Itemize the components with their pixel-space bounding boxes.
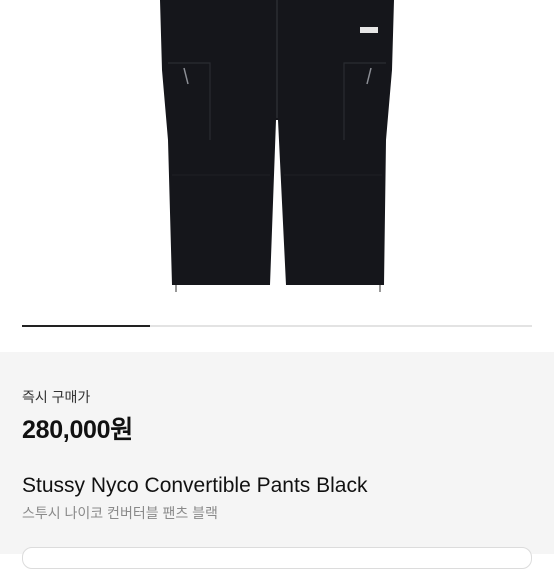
product-name-english: Stussy Nyco Convertible Pants Black bbox=[22, 474, 368, 497]
product-image[interactable] bbox=[0, 0, 554, 352]
product-name-korean: 스투시 나이코 컨버터블 팬츠 블랙 bbox=[22, 505, 218, 521]
option-selector-card[interactable] bbox=[22, 547, 532, 569]
image-carousel-indicator bbox=[22, 325, 532, 327]
pants-icon bbox=[160, 0, 394, 292]
product-info-panel bbox=[0, 352, 554, 554]
buy-now-price-label: 즉시 구매가 bbox=[22, 389, 91, 405]
product-price: 280,000원 bbox=[22, 416, 133, 444]
carousel-active-segment bbox=[22, 325, 150, 327]
